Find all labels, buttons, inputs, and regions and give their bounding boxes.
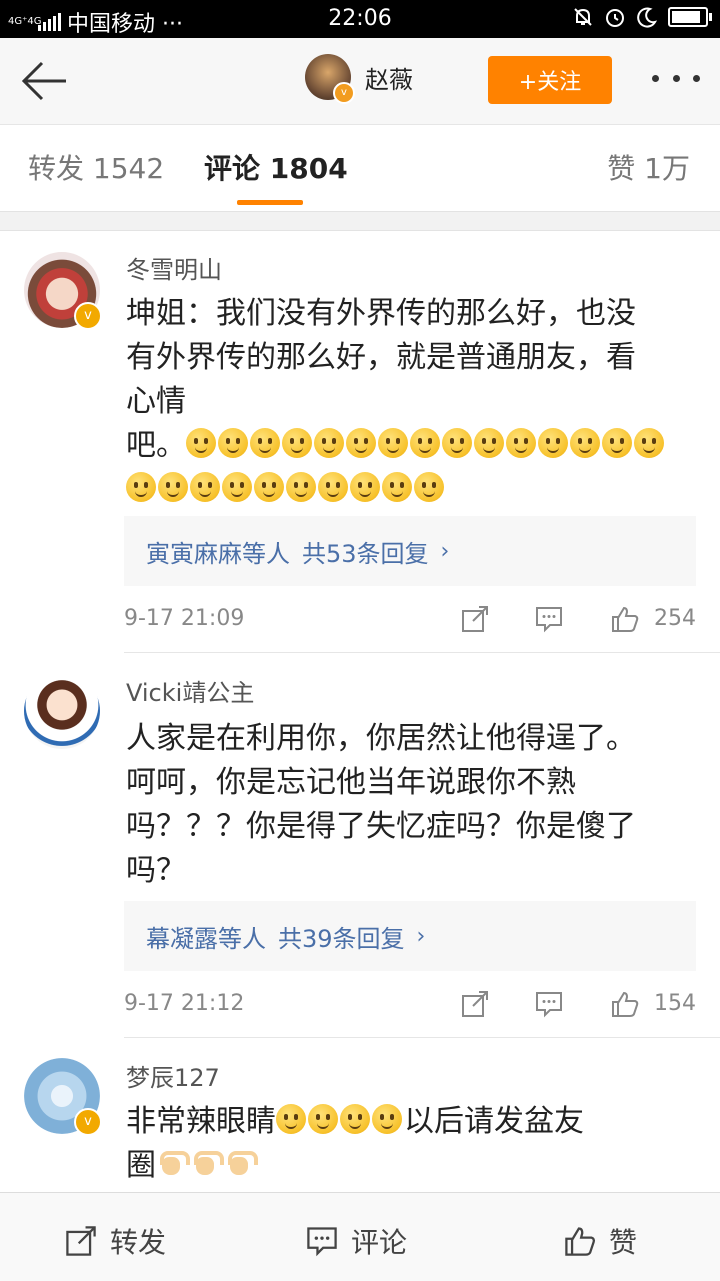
- more-options-icon[interactable]: [652, 68, 700, 88]
- replies-link[interactable]: 幕凝露等人 共39条回复 ›: [124, 901, 696, 971]
- tab-repost[interactable]: 转发 1542: [28, 147, 164, 187]
- top-nav: v 赵薇 +关注: [0, 38, 720, 125]
- section-divider: [0, 211, 720, 231]
- alarm-icon: [606, 9, 624, 27]
- comment-text: 人家是在利用你，你居然让他得逞了。 呵呵，你是忘记他当年说跟你不熟 吗？？？你是…: [126, 717, 686, 893]
- replies-count: 共39条回复: [278, 924, 405, 953]
- share-icon[interactable]: [460, 604, 490, 634]
- comment-item: v 冬雪明山 坤姐：我们没有外界传的那么好，也没 有外界传的那么好，就是普通朋友…: [0, 230, 720, 650]
- battery-icon: [668, 7, 712, 27]
- like-count: 254: [654, 606, 696, 631]
- comment-line: 吗？: [126, 853, 186, 888]
- replies-names: 寅寅麻麻等人: [146, 539, 290, 568]
- bottom-action-bar: 转发 评论 赞: [0, 1192, 720, 1281]
- tab-bar: 转发 1542 评论 1804 赞 1万: [0, 125, 720, 211]
- thumbs-up-icon[interactable]: [610, 989, 640, 1019]
- moon-icon: [637, 7, 658, 28]
- active-tab-indicator: [237, 200, 303, 205]
- verified-badge-icon: v: [74, 1108, 102, 1136]
- verified-badge-icon: v: [333, 82, 355, 104]
- comment-line: 以后请发盆友: [404, 1104, 584, 1139]
- share-icon[interactable]: [460, 989, 490, 1019]
- comment-item: Vicki靖公主 人家是在利用你，你居然让他得逞了。 呵呵，你是忘记他当年说跟你…: [0, 653, 720, 1037]
- comment-item: v 梦辰127 非常辣眼睛 以后请发盆友 圈: [0, 1038, 720, 1192]
- repost-label: 转发: [110, 1226, 167, 1259]
- comment-text: 非常辣眼睛 以后请发盆友 圈: [126, 1100, 686, 1188]
- avatar[interactable]: v: [24, 1058, 102, 1136]
- avatar[interactable]: v: [24, 252, 102, 330]
- replies-link[interactable]: 寅寅麻麻等人 共53条回复 ›: [124, 516, 696, 586]
- comment-line: 吗？？？你是得了失忆症吗？你是傻了: [126, 809, 636, 844]
- comment-username[interactable]: Vicki靖公主: [126, 673, 254, 708]
- comment-meta: 9-17 21:12 154: [124, 985, 696, 1025]
- comment-line: 吧。: [126, 428, 186, 463]
- profile-header[interactable]: v 赵薇: [305, 54, 413, 104]
- comment-username[interactable]: 梦辰127: [126, 1058, 220, 1093]
- comment-line: 人家是在利用你，你居然让他得逞了。: [126, 721, 636, 756]
- back-arrow-icon[interactable]: [20, 60, 70, 102]
- comment-line: 圈: [126, 1148, 156, 1183]
- comment-button[interactable]: 评论: [305, 1221, 720, 1261]
- comment-time: 9-17 21:09: [124, 606, 245, 631]
- comment-line: 有外界传的那么好，就是普通朋友，看: [126, 340, 636, 375]
- reply-icon[interactable]: [534, 989, 564, 1019]
- like-count: 154: [654, 991, 696, 1016]
- comment-line: 呵呵，你是忘记他当年说跟你不熟: [126, 765, 576, 800]
- smile-emoji-row: [126, 468, 686, 512]
- thumbs-up-icon[interactable]: [610, 604, 640, 634]
- profile-name[interactable]: 赵薇: [365, 60, 413, 95]
- comment-line: 非常辣眼睛: [126, 1104, 276, 1139]
- comment-line: 心情: [126, 384, 186, 419]
- verified-badge-icon: v: [74, 302, 102, 330]
- comment-label: 评论: [351, 1226, 408, 1259]
- comment-line-emoji: 圈: [126, 1144, 686, 1188]
- ok-hand-emoji-row: [156, 1148, 258, 1183]
- like-button[interactable]: 赞: [563, 1221, 637, 1261]
- smile-emoji-row: [186, 428, 666, 463]
- follow-button[interactable]: +关注: [488, 56, 612, 104]
- comment-line-emoji: 吧。: [126, 424, 686, 468]
- chevron-right-icon: ›: [416, 923, 426, 949]
- comment-icon: [307, 1227, 337, 1257]
- comment-username[interactable]: 冬雪明山: [126, 250, 222, 285]
- comment-text: 坤姐：我们没有外界传的那么好，也没 有外界传的那么好，就是普通朋友，看 心情 吧…: [126, 292, 686, 512]
- tab-like[interactable]: 赞 1万: [607, 147, 690, 187]
- reply-icon[interactable]: [534, 604, 564, 634]
- smile-emoji-row: [276, 1104, 404, 1139]
- avatar[interactable]: v: [305, 54, 355, 104]
- comment-line: 坤姐：我们没有外界传的那么好，也没: [126, 296, 636, 331]
- replies-names: 幕凝露等人: [146, 924, 266, 953]
- replies-count: 共53条回复: [302, 539, 429, 568]
- chevron-right-icon: ›: [440, 538, 450, 564]
- comment-time: 9-17 21:12: [124, 991, 245, 1016]
- share-icon: [66, 1226, 96, 1256]
- status-bar: 4G⁺4G 中国移动 ··· 22:06: [0, 0, 720, 38]
- comment-line-emoji: 非常辣眼睛 以后请发盆友: [126, 1100, 686, 1144]
- thumbs-up-icon: [565, 1227, 596, 1256]
- comment-meta: 9-17 21:09 254: [124, 600, 696, 640]
- repost-button[interactable]: 转发: [64, 1221, 166, 1261]
- avatar[interactable]: [24, 673, 100, 749]
- silent-bell-icon: [574, 8, 592, 26]
- like-label: 赞: [609, 1226, 638, 1259]
